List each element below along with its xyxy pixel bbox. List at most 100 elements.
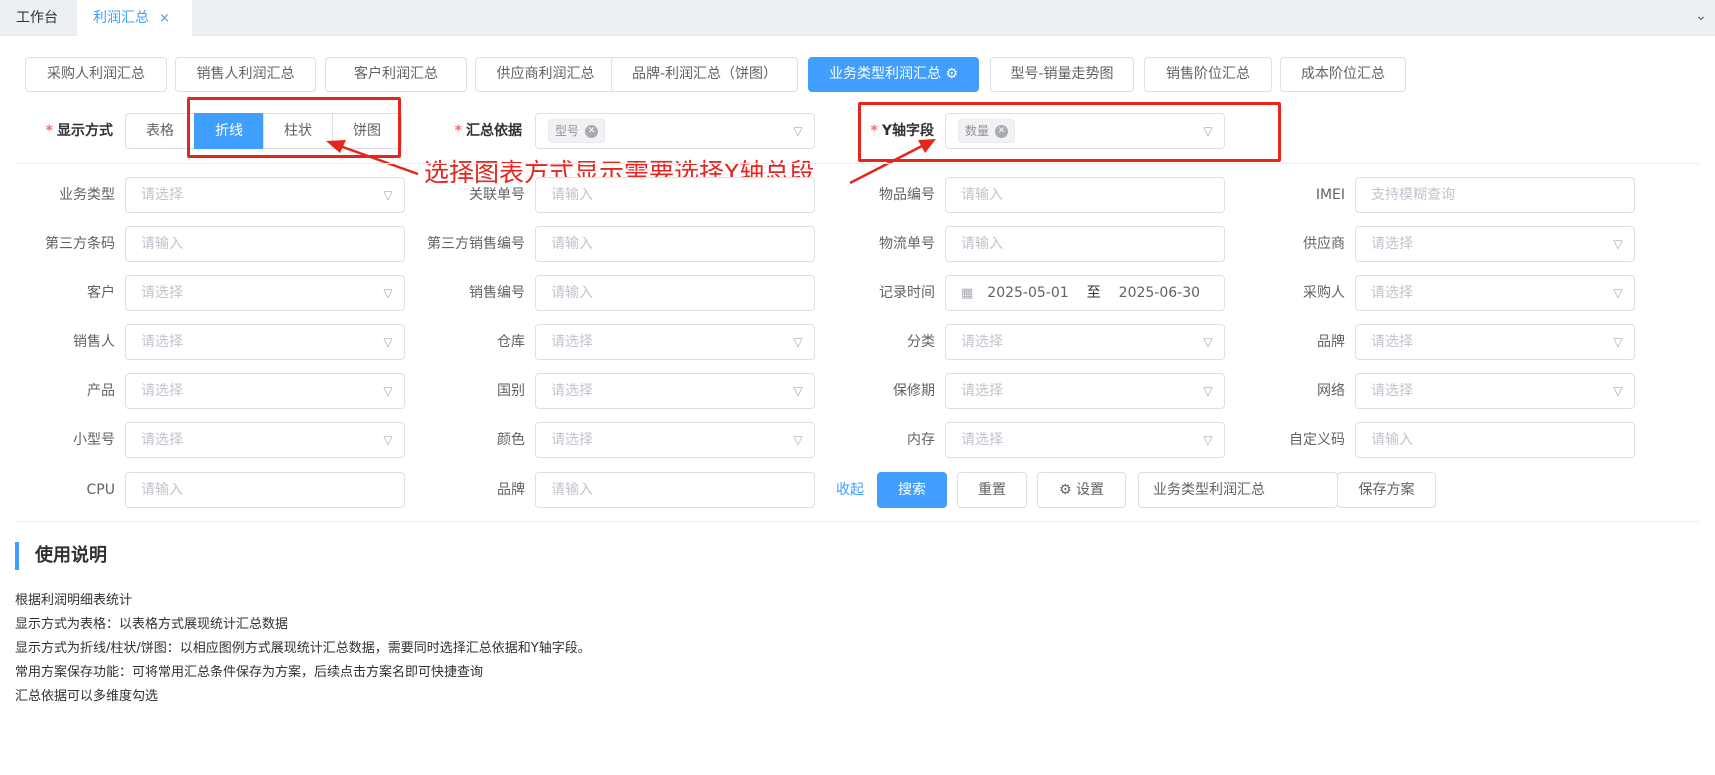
filter-select[interactable]: 请选择 ▽ <box>125 422 405 458</box>
filter-label: IMEI <box>1315 187 1345 203</box>
filter-label: 内存 <box>907 432 935 448</box>
filter-select[interactable]: 请选择 ▽ <box>125 373 405 409</box>
report-model-sales-trend-button[interactable]: 型号-销量走势图 <box>990 57 1134 92</box>
filter-label: 业务类型 <box>59 187 115 203</box>
placeholder-text: 请选择 <box>551 383 593 399</box>
placeholder-text: 请选择 <box>961 383 1003 399</box>
record-time-date-range[interactable]: ▦ 2025-05-01 至 2025-06-30 <box>945 275 1225 311</box>
placeholder-text: 请选择 <box>141 285 183 301</box>
filter-select[interactable]: 请选择 ▽ <box>535 422 815 458</box>
gear-icon: ⚙ <box>1058 482 1072 498</box>
filter-select[interactable]: 请选择 ▽ <box>1355 275 1635 311</box>
filter-select[interactable]: 请选择 ▽ <box>945 324 1225 360</box>
label-text: 显示方式 <box>57 123 113 139</box>
placeholder-text: 请输入 <box>1371 432 1413 448</box>
annotation-box-display <box>187 97 401 158</box>
filter-label: 网络 <box>1317 383 1345 399</box>
chevron-down-icon: ▽ <box>383 188 393 202</box>
date-separator: 至 <box>1086 285 1101 301</box>
filter-input[interactable]: 支持模糊查询 <box>1355 177 1635 213</box>
filter-input[interactable]: 请输入 <box>535 177 815 213</box>
filter-label: 保修期 <box>893 383 935 399</box>
placeholder-text: 请输入 <box>551 285 593 301</box>
report-brand-pie-button[interactable]: 品牌-利润汇总（饼图） <box>611 57 798 92</box>
tab-label: 利润汇总 <box>93 10 149 26</box>
close-icon[interactable]: × <box>159 11 170 26</box>
save-scheme-button[interactable]: 保存方案 <box>1337 472 1436 508</box>
filter-input[interactable]: 请输入 <box>535 226 815 262</box>
placeholder-text: 请输入 <box>551 187 593 203</box>
group-by-select[interactable]: 型号 ✕ ▽ <box>535 113 815 149</box>
filter-select[interactable]: 请选择 ▽ <box>1355 373 1635 409</box>
chevron-down-icon: ▽ <box>1203 384 1213 398</box>
filter-label: 采购人 <box>1303 285 1345 301</box>
usage-line: 根据利润明细表统计 <box>15 593 133 608</box>
reset-button[interactable]: 重置 <box>957 472 1027 508</box>
placeholder-text: 支持模糊查询 <box>1371 187 1455 203</box>
tab-profit-summary[interactable]: 利润汇总 × <box>77 0 192 36</box>
report-sales-tier-button[interactable]: 销售阶位汇总 <box>1144 57 1272 92</box>
filter-label: 产品 <box>87 383 115 399</box>
filter-label: 物品编号 <box>879 187 935 203</box>
report-purchaser-profit-button[interactable]: 采购人利润汇总 <box>25 57 167 92</box>
chevron-down-icon: ▽ <box>383 384 393 398</box>
filter-select[interactable]: 请选择 ▽ <box>945 373 1225 409</box>
filter-label: 记录时间 <box>879 285 935 301</box>
chevron-down-icon: ▽ <box>1613 237 1623 251</box>
filter-input[interactable]: 请输入 <box>125 226 405 262</box>
tab-workbench[interactable]: 工作台 <box>0 0 77 36</box>
divider <box>15 521 1700 522</box>
report-customer-profit-button[interactable]: 客户利润汇总 <box>325 57 467 92</box>
report-cost-tier-button[interactable]: 成本阶位汇总 <box>1280 57 1406 92</box>
filter-input[interactable]: 请输入 <box>125 472 405 508</box>
placeholder-text: 请选择 <box>141 383 183 399</box>
filter-select[interactable]: 请选择 ▽ <box>945 422 1225 458</box>
filter-input[interactable]: 请输入 <box>945 177 1225 213</box>
report-salesperson-profit-button[interactable]: 销售人利润汇总 <box>175 57 316 92</box>
filter-label: 客户 <box>87 285 115 301</box>
tag-close-icon[interactable]: ✕ <box>585 125 599 138</box>
filter-input[interactable]: 请输入 <box>1355 422 1635 458</box>
scheme-name-button[interactable]: 业务类型利润汇总 <box>1138 472 1338 508</box>
filter-select[interactable]: 请选择 ▽ <box>1355 226 1635 262</box>
filter-input[interactable]: 请输入 <box>535 275 815 311</box>
chevron-down-icon: ▽ <box>793 433 803 447</box>
date-start: 2025-05-01 <box>987 285 1069 301</box>
search-button[interactable]: 搜索 <box>877 472 947 508</box>
chevron-down-icon: ▽ <box>793 335 803 349</box>
placeholder-text: 请选择 <box>141 187 183 203</box>
filter-input[interactable]: 请输入 <box>535 472 815 508</box>
filter-select[interactable]: 请选择 ▽ <box>125 324 405 360</box>
required-mark: * <box>45 123 53 139</box>
group-by-label: * 汇总依据 <box>420 113 522 149</box>
chevron-down-icon: ▽ <box>383 335 393 349</box>
display-mode-label: * 显示方式 <box>20 113 113 149</box>
report-business-type-profit-button[interactable]: 业务类型利润汇总 ⚙ <box>808 57 979 92</box>
filter-label: 国别 <box>497 383 525 399</box>
filter-select[interactable]: 请选择 ▽ <box>535 324 815 360</box>
placeholder-text: 请选择 <box>141 334 183 350</box>
filter-input[interactable]: 请输入 <box>945 226 1225 262</box>
filter-select[interactable]: 请选择 ▽ <box>125 275 405 311</box>
filter-select[interactable]: 请选择 ▽ <box>1355 324 1635 360</box>
collapse-link[interactable]: 收起 <box>836 472 864 508</box>
filter-select[interactable]: 请选择 ▽ <box>535 373 815 409</box>
usage-line: 显示方式为表格：以表格方式展现统计汇总数据 <box>15 617 289 632</box>
settings-button[interactable]: ⚙ 设置 <box>1037 472 1126 508</box>
filter-label: CPU <box>86 482 115 498</box>
chevron-down-icon: ▽ <box>793 124 803 138</box>
placeholder-text: 请选择 <box>1371 383 1413 399</box>
placeholder-text: 请输入 <box>961 187 1003 203</box>
display-option-table[interactable]: 表格 <box>125 113 195 149</box>
tab-label: 工作台 <box>16 10 58 26</box>
filter-label: 品牌 <box>497 482 525 498</box>
filter-select[interactable]: 请选择 ▽ <box>125 177 405 213</box>
placeholder-text: 请输入 <box>141 482 183 498</box>
placeholder-text: 请选择 <box>1371 334 1413 350</box>
chevron-down-icon[interactable]: ⌄ <box>1693 8 1709 24</box>
filter-label: 关联单号 <box>469 187 525 203</box>
filter-label: 销售编号 <box>469 285 525 301</box>
report-supplier-profit-button[interactable]: 供应商利润汇总 <box>475 57 616 92</box>
page-tabs-bar: 工作台 利润汇总 × ⌄ <box>0 0 1715 36</box>
selected-tag: 型号 ✕ <box>548 119 606 143</box>
